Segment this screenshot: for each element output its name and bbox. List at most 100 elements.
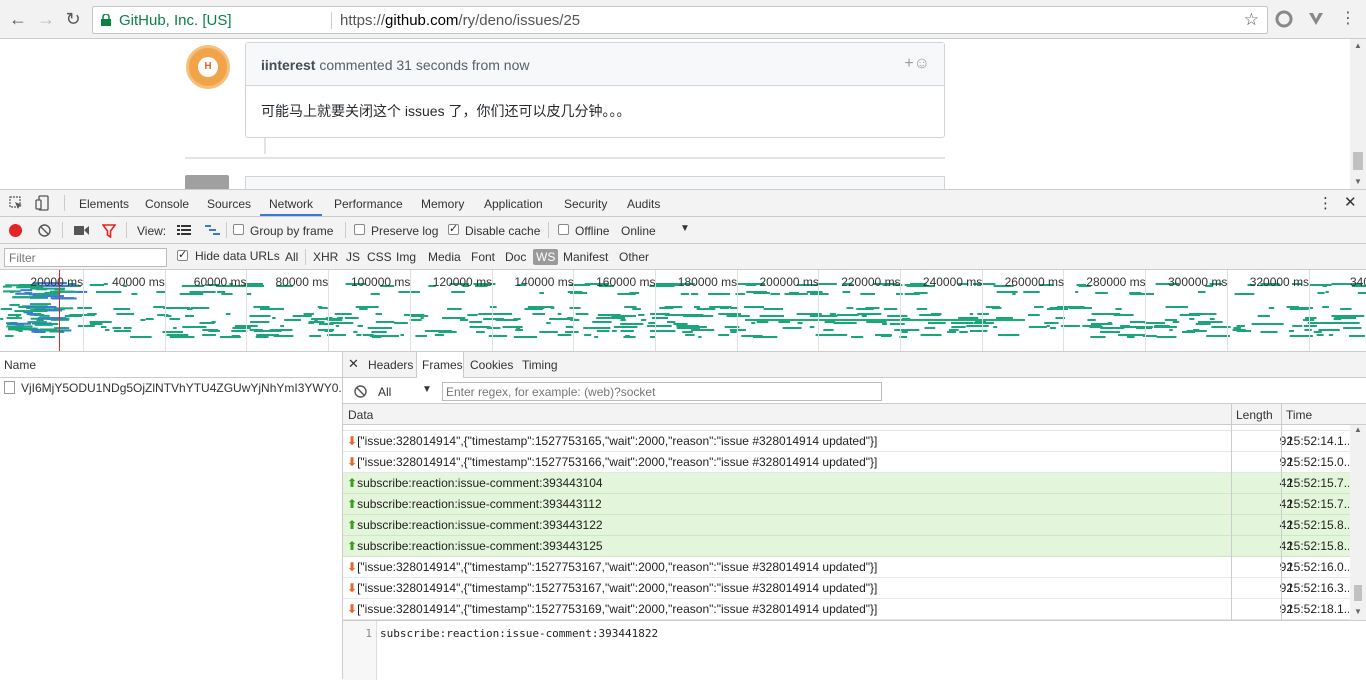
frame-row[interactable]: ⬇["issue:328014914",{"timestamp":1527753…: [343, 578, 1350, 599]
frame-row[interactable]: ⬆subscribe:reaction:issue-comment:393443…: [343, 536, 1350, 557]
timeline-bar: [273, 335, 294, 337]
disable-cache-checkbox[interactable]: [448, 222, 459, 235]
timeline-bar: [130, 336, 146, 338]
frames-regex-input[interactable]: [442, 382, 882, 401]
type-media-button[interactable]: Media: [425, 249, 464, 265]
tab-sources[interactable]: Sources: [207, 197, 251, 211]
page-scrollbar[interactable]: ▲ ▼: [1350, 39, 1366, 189]
type-js-button[interactable]: JS: [343, 249, 363, 265]
preserve-log-checkbox[interactable]: [354, 224, 365, 235]
extension-circle-icon[interactable]: [1275, 10, 1293, 28]
extension-v-icon[interactable]: [1307, 10, 1325, 28]
frame-row[interactable]: ⬇["issue:328014914",{"timestamp":1527753…: [343, 431, 1350, 452]
timeline-bar: [442, 317, 466, 319]
tab-audits[interactable]: Audits: [627, 197, 660, 211]
tab-frames[interactable]: Frames: [422, 358, 463, 372]
group-by-frame-label[interactable]: Group by frame: [250, 224, 333, 238]
comment-meta[interactable]: commented 31 seconds from now: [319, 57, 529, 73]
timeline-bar: [1049, 327, 1056, 329]
address-bar[interactable]: GitHub, Inc. [US] https://github.com/ry/…: [92, 6, 1268, 34]
request-row[interactable]: VjI6MjY5ODU1NDg5OjZlNTVhYTU4ZGUwYjNhYmI3…: [0, 378, 342, 400]
back-icon[interactable]: ←: [8, 9, 28, 29]
close-detail-icon[interactable]: ✕: [348, 356, 359, 372]
frame-row[interactable]: ⬇["issue:328014914",{"timestamp":1527753…: [343, 599, 1350, 620]
tab-cookies[interactable]: Cookies: [470, 358, 513, 372]
comment-body: 可能马上就要关闭这个 issues 了，你们还可以皮几分钟。。。: [261, 103, 631, 119]
record-icon[interactable]: [9, 224, 22, 237]
offline-checkbox[interactable]: [558, 224, 569, 235]
tab-memory[interactable]: Memory: [421, 197, 464, 211]
type-font-button[interactable]: Font: [468, 249, 498, 265]
timeline-bar: [113, 308, 131, 310]
type-xhr-button[interactable]: XHR: [310, 249, 341, 265]
tab-security[interactable]: Security: [564, 197, 607, 211]
type-ws-button[interactable]: WS: [533, 249, 559, 265]
avatar[interactable]: [185, 175, 229, 189]
network-overview-timeline[interactable]: 20000 ms 40000 ms 60000 ms 80000 ms 100000 m…: [0, 270, 1366, 352]
frame-row-partial[interactable]: [343, 410, 1350, 431]
group-by-frame-checkbox[interactable]: [233, 224, 244, 235]
hide-data-urls-label[interactable]: Hide data URLs: [195, 249, 280, 263]
type-css-button[interactable]: CSS: [364, 249, 395, 265]
tab-timing[interactable]: Timing: [522, 358, 558, 372]
clear-frames-icon[interactable]: [354, 385, 367, 398]
tab-performance[interactable]: Performance: [334, 197, 403, 211]
name-column-header[interactable]: Name: [0, 352, 342, 378]
reload-icon[interactable]: ↻: [63, 9, 83, 29]
tab-headers[interactable]: Headers: [368, 358, 413, 372]
filter-input[interactable]: [4, 248, 167, 267]
filter-icon[interactable]: [102, 224, 116, 238]
comment-header: iinterest commented 31 seconds from now: [246, 43, 944, 86]
tab-application[interactable]: Application: [484, 197, 543, 211]
timeline-tick-label: 80000 ms: [275, 275, 329, 289]
type-doc-button[interactable]: Doc: [502, 249, 529, 265]
forward-icon[interactable]: →: [36, 9, 56, 29]
frame-row[interactable]: ⬆subscribe:reaction:issue-comment:393443…: [343, 494, 1350, 515]
tab-console[interactable]: Console: [145, 197, 189, 211]
frame-content-viewer[interactable]: 1 subscribe:reaction:issue-comment:39344…: [343, 620, 1366, 680]
waterfall-icon[interactable]: [205, 225, 220, 236]
type-all-button[interactable]: All: [282, 249, 301, 265]
add-reaction-icon[interactable]: +☺: [904, 55, 930, 73]
chevron-down-icon[interactable]: ▼: [680, 223, 690, 234]
large-rows-icon[interactable]: [177, 225, 191, 236]
clear-icon[interactable]: [38, 224, 51, 237]
close-devtools-icon[interactable]: ✕: [1344, 193, 1357, 211]
timeline-bar: [173, 327, 177, 329]
devtools-menu-icon[interactable]: ⋮: [1318, 194, 1333, 212]
avatar[interactable]: H: [186, 45, 230, 89]
inspect-element-icon[interactable]: [9, 196, 23, 210]
timeline-bar: [34, 323, 53, 326]
offline-label[interactable]: Offline: [575, 224, 609, 238]
timeline-bar: [1172, 321, 1180, 323]
frame-row[interactable]: ⬆subscribe:reaction:issue-comment:393443…: [343, 473, 1350, 494]
device-toolbar-icon[interactable]: [35, 195, 49, 211]
disable-cache-label[interactable]: Disable cache: [465, 224, 540, 238]
capture-screenshots-icon[interactable]: [74, 225, 89, 236]
chevron-down-icon[interactable]: ▼: [422, 384, 432, 395]
timeline-bar: [620, 323, 644, 325]
type-manifest-button[interactable]: Manifest: [560, 249, 611, 265]
tab-elements[interactable]: Elements: [79, 197, 129, 211]
preserve-log-label[interactable]: Preserve log: [371, 224, 438, 238]
tab-network[interactable]: Network: [269, 197, 313, 211]
frame-row[interactable]: ⬆subscribe:reaction:issue-comment:393443…: [343, 515, 1350, 536]
frame-row[interactable]: ⬇["issue:328014914",{"timestamp":1527753…: [343, 452, 1350, 473]
timeline-bar: [778, 321, 791, 323]
type-other-button[interactable]: Other: [616, 249, 652, 265]
type-img-button[interactable]: Img: [393, 249, 419, 265]
hide-data-urls-checkbox[interactable]: [177, 248, 188, 261]
timeline-bar: [231, 330, 248, 332]
frames-scrollbar[interactable]: ▲ ▼: [1350, 425, 1366, 620]
menu-dots-icon[interactable]: ⋮: [1338, 9, 1358, 29]
url-text[interactable]: https://github.com/ry/deno/issues/25: [340, 12, 580, 29]
frame-row[interactable]: ⬇["issue:328014914",{"timestamp":1527753…: [343, 557, 1350, 578]
frames-type-select[interactable]: All: [378, 385, 391, 399]
timeline-gridline: [164, 270, 166, 351]
network-toolbar: View: Group by frame Preserve log Disabl…: [0, 217, 1366, 244]
bookmark-star-icon[interactable]: ☆: [1244, 10, 1259, 30]
throttling-select[interactable]: Online: [621, 224, 656, 238]
comment-author[interactable]: iinterest: [261, 57, 315, 73]
timeline-bar: [1236, 330, 1252, 332]
frame-content-text: subscribe:reaction:issue-comment:3934418…: [380, 627, 659, 640]
